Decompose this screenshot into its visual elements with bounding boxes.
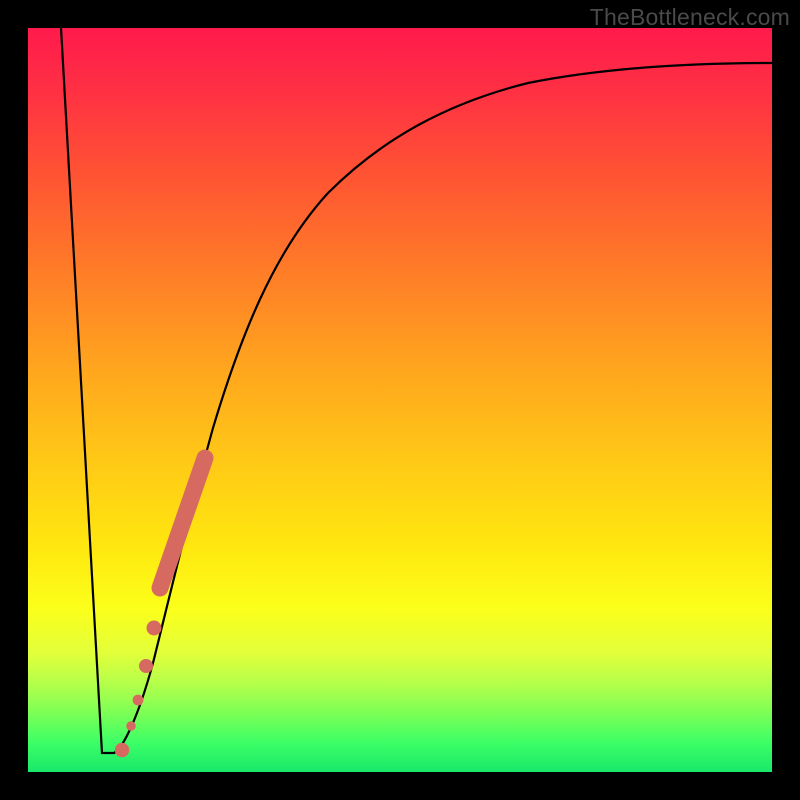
marker-dot (133, 695, 144, 706)
marker-dot (147, 621, 162, 636)
marker-dot (139, 659, 153, 673)
watermark-text: TheBottleneck.com (590, 4, 790, 31)
curve-layer (28, 28, 772, 772)
marker-dot (115, 743, 129, 757)
marker-dot (126, 721, 136, 731)
marker-segment (160, 458, 205, 588)
plot-area (28, 28, 772, 772)
chart-frame: TheBottleneck.com (0, 0, 800, 800)
bottleneck-curve (61, 28, 772, 753)
